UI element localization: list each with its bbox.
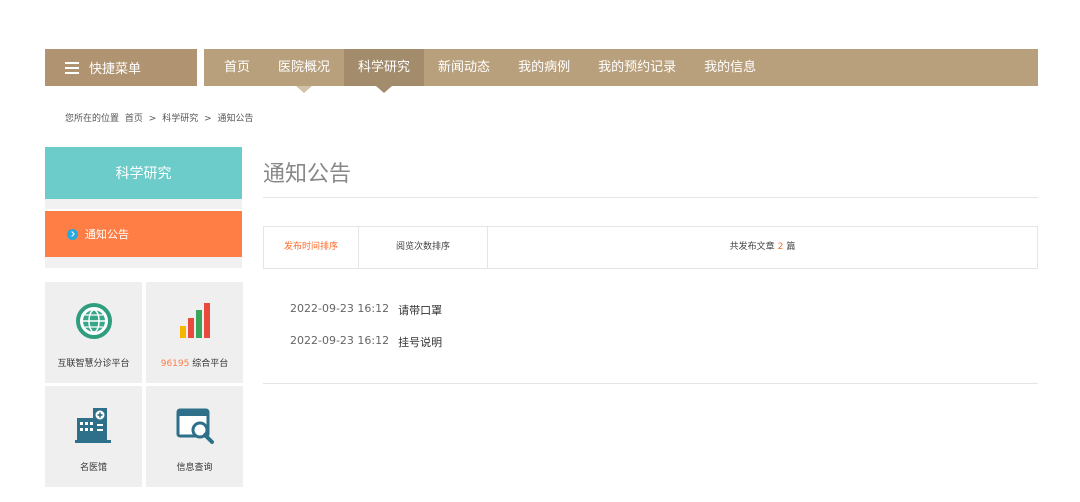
quick-menu-label: 快捷菜单 bbox=[89, 62, 142, 77]
menu-icon bbox=[65, 61, 79, 74]
breadcrumb-research[interactable]: 科学研究 bbox=[162, 114, 198, 124]
sort-by-publish-time-button[interactable]: 发布时间排序 bbox=[264, 227, 359, 268]
sidebar-heading: 科学研究 bbox=[45, 147, 242, 199]
sidebar-item-notices[interactable]: 通知公告 bbox=[45, 211, 242, 257]
breadcrumb-current[interactable]: 通知公告 bbox=[218, 114, 254, 124]
nav-item-my-appointments[interactable]: 我的预约记录 bbox=[584, 49, 690, 86]
breadcrumb-prefix: 您所在的位置 bbox=[65, 114, 120, 124]
article-date: 2022-09-23 16:12 bbox=[290, 334, 390, 347]
list-item[interactable]: 2022-09-23 16:12 挂号说明 bbox=[290, 334, 442, 366]
quick-menu-button[interactable]: 快捷菜单 bbox=[45, 49, 197, 86]
breadcrumb: 您所在的位置 首页 > 科学研究 > 通知公告 bbox=[65, 111, 257, 124]
top-nav: 快捷菜单 首页 医院概况 科学研究 新闻动态 我的病例 我的预约记录 我的信息 bbox=[45, 49, 1038, 93]
nav-item-home[interactable]: 首页 bbox=[210, 49, 264, 86]
bar-chart-icon bbox=[174, 300, 216, 342]
list-item[interactable]: 2022-09-23 16:12 请带口罩 bbox=[290, 302, 442, 334]
nav-hover-arrow bbox=[296, 86, 313, 93]
article-count: 共发布文章 2 篇 bbox=[729, 242, 796, 252]
breadcrumb-home[interactable]: 首页 bbox=[125, 114, 143, 124]
chevron-right-circle-icon bbox=[67, 228, 78, 240]
nav-item-research[interactable]: 科学研究 bbox=[344, 49, 425, 93]
page-title: 通知公告 bbox=[263, 162, 352, 187]
breadcrumb-separator: > bbox=[148, 114, 157, 124]
nav-item-news[interactable]: 新闻动态 bbox=[424, 49, 504, 86]
article-date: 2022-09-23 16:12 bbox=[290, 302, 390, 315]
tile-label: 名医馆 bbox=[79, 463, 107, 473]
tile-label: 信息查询 bbox=[176, 463, 213, 473]
breadcrumb-separator: > bbox=[204, 114, 212, 124]
tile-96195-platform[interactable]: 96195 综合平台 bbox=[146, 282, 243, 383]
sort-bar: 发布时间排序 阅览次数排序 共发布文章 2 篇 bbox=[263, 226, 1038, 269]
globe-icon bbox=[73, 300, 115, 342]
sidebar-item-label: 通知公告 bbox=[85, 228, 129, 241]
article-title[interactable]: 请带口罩 bbox=[398, 302, 442, 334]
nav-active-arrow bbox=[376, 86, 393, 93]
nav-item-my-info[interactable]: 我的信息 bbox=[690, 49, 770, 86]
tile-info-query[interactable]: 信息查询 bbox=[146, 386, 243, 487]
nav-divider bbox=[197, 49, 204, 86]
sidebar-divider bbox=[45, 199, 242, 209]
nav-item-my-cases[interactable]: 我的病例 bbox=[504, 49, 584, 86]
nav-items: 首页 医院概况 科学研究 新闻动态 我的病例 我的预约记录 我的信息 bbox=[210, 49, 770, 93]
article-list: 2022-09-23 16:12 请带口罩 2022-09-23 16:12 挂… bbox=[290, 302, 442, 366]
tile-label: 互联智慧分诊平台 bbox=[57, 359, 130, 369]
article-title[interactable]: 挂号说明 bbox=[398, 334, 442, 366]
title-divider bbox=[263, 197, 1038, 198]
search-window-icon bbox=[174, 404, 216, 446]
nav-item-hospital-overview[interactable]: 医院概况 bbox=[264, 49, 344, 93]
tile-smart-triage[interactable]: 互联智慧分诊平台 bbox=[45, 282, 142, 383]
sidebar-divider bbox=[45, 257, 242, 268]
hospital-icon bbox=[73, 404, 115, 446]
tile-label: 96195 综合平台 bbox=[160, 359, 229, 369]
sort-by-views-button[interactable]: 阅览次数排序 bbox=[359, 227, 488, 268]
list-divider bbox=[263, 383, 1038, 384]
tile-famous-doctors[interactable]: 名医馆 bbox=[45, 386, 142, 487]
